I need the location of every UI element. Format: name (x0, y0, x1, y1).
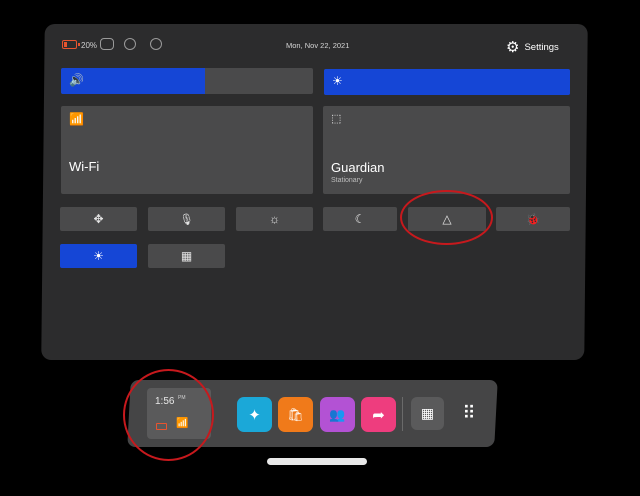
dock-battery-icon (156, 423, 167, 430)
sun-small-icon: ☼ (269, 212, 280, 226)
battery-icon (62, 40, 80, 49)
date-text: Mon, Nov 22, 2021 (286, 41, 350, 50)
compass-icon: ✦ (248, 406, 261, 424)
grid-layout-button[interactable]: ▦ (148, 244, 225, 268)
people-icon: 👥 (329, 406, 346, 422)
clock-status-widget[interactable]: 1:56 PM 📶 (147, 388, 211, 439)
quick-settings-dock-button[interactable]: ▦ (411, 397, 444, 430)
brightness-slider-fill (324, 69, 570, 95)
controller-right-icon (150, 38, 162, 50)
clock-ampm: PM (178, 395, 186, 401)
triangle-button[interactable]: △ (408, 207, 486, 231)
brightness-slider[interactable]: ☀ (324, 69, 570, 95)
bug-icon: 🐞 (526, 213, 540, 226)
brightness-icon: ☀ (332, 74, 343, 88)
gear-icon: ⚙ (506, 38, 520, 56)
app-library-button[interactable]: ⠿ (452, 397, 485, 430)
display-mode-button[interactable]: ☀ (60, 244, 137, 268)
app-library-icon: ⠿ (462, 403, 475, 423)
bug-report-button[interactable]: 🐞 (496, 207, 570, 231)
wifi-tile[interactable]: 📶 Wi-Fi (61, 106, 313, 194)
share-app[interactable]: ➦ (361, 397, 396, 432)
guardian-icon: ⬚ (331, 113, 342, 125)
shopping-bag-icon: 🛍 (287, 406, 304, 422)
volume-icon: 🔊 (69, 73, 84, 87)
home-indicator-bar (267, 458, 367, 465)
guardian-label: Guardian (331, 160, 385, 175)
guardian-status: Stationary (331, 177, 363, 184)
night-display-button[interactable]: ☾ (323, 207, 397, 231)
wifi-label: Wi-Fi (69, 159, 100, 174)
mic-mute-button[interactable]: 🎙 (148, 207, 225, 231)
moon-icon: ☾ (354, 212, 366, 226)
bright-sun-icon: ☀ (93, 249, 104, 263)
settings-button[interactable]: ⚙ Settings (506, 37, 559, 57)
battery-percentage: 20% (81, 41, 98, 50)
controller-left-icon (124, 38, 136, 50)
quick-settings-grid-icon: ▦ (420, 405, 435, 421)
move-arrows-icon: ✥ (93, 212, 104, 226)
wifi-icon: 📶 (69, 112, 84, 126)
explore-app[interactable]: ✦ (237, 397, 272, 432)
recenter-button[interactable]: ✥ (60, 207, 137, 231)
dock-wifi-icon: 📶 (176, 418, 189, 429)
headset-icon (100, 38, 114, 50)
share-arrow-icon: ➦ (372, 406, 385, 424)
settings-label: Settings (524, 41, 559, 53)
guardian-tile[interactable]: ⬚ Guardian Stationary (323, 106, 570, 194)
mic-off-icon: 🎙 (179, 213, 194, 226)
passthrough-button[interactable]: ☼ (236, 207, 313, 231)
people-app[interactable]: 👥 (320, 397, 355, 432)
store-app[interactable]: 🛍 (278, 397, 313, 432)
volume-slider[interactable]: 🔊 (61, 68, 313, 94)
status-bar: 20% Mon, Nov 22, 2021 ⚙ Settings (62, 37, 572, 57)
grid-icon: ▦ (180, 249, 193, 263)
dock-divider (402, 397, 403, 431)
clock-time: 1:56 (155, 396, 175, 407)
triangle-icon: △ (442, 212, 452, 226)
